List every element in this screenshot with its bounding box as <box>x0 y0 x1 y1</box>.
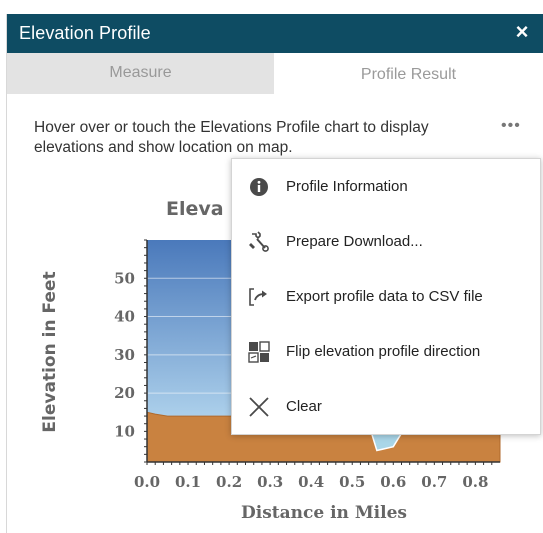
x-tick-label: 0.3 <box>257 473 283 491</box>
y-tick-label: 10 <box>114 422 135 440</box>
menu-item-label: Prepare Download... <box>286 233 423 250</box>
y-tick-label: 40 <box>114 308 135 326</box>
x-tick-label: 0.8 <box>462 473 488 491</box>
x-tick-label: 0.0 <box>134 473 160 491</box>
flip-icon <box>248 341 270 363</box>
close-icon <box>248 396 270 418</box>
y-tick-label: 30 <box>114 346 135 364</box>
y-tick-label: 20 <box>114 384 135 402</box>
menu-item-prepare-download[interactable]: Prepare Download... <box>232 215 540 269</box>
export-icon <box>248 286 270 308</box>
menu-item-label: Export profile data to CSV file <box>286 288 483 305</box>
menu-item-export-csv[interactable]: Export profile data to CSV file <box>232 270 540 324</box>
x-tick-label: 0.2 <box>216 473 242 491</box>
wrench-icon <box>248 231 270 253</box>
x-tick-label: 0.1 <box>175 473 201 491</box>
x-tick-label: 0.6 <box>380 473 406 491</box>
elevation-profile-panel: Elevation Profile × Measure Profile Resu… <box>0 0 543 533</box>
menu-item-label: Flip elevation profile direction <box>286 343 481 360</box>
options-menu: Profile Information Prepare Download... <box>231 158 541 435</box>
chart-title: Eleva <box>166 198 224 220</box>
x-tick-label: 0.7 <box>421 473 447 491</box>
menu-item-profile-information[interactable]: Profile Information <box>232 160 540 214</box>
menu-item-label: Clear <box>286 398 322 415</box>
info-icon <box>248 176 270 198</box>
x-tick-label: 0.4 <box>298 473 324 491</box>
y-tick-label: 50 <box>114 269 135 287</box>
x-tick-label: 0.5 <box>339 473 365 491</box>
menu-item-clear[interactable]: Clear <box>232 380 540 434</box>
menu-item-label: Profile Information <box>286 178 408 195</box>
y-axis-label: Elevation in Feet <box>40 271 60 432</box>
menu-item-flip-direction[interactable]: Flip elevation profile direction <box>232 325 540 379</box>
x-axis-label: Distance in Miles <box>241 503 407 523</box>
